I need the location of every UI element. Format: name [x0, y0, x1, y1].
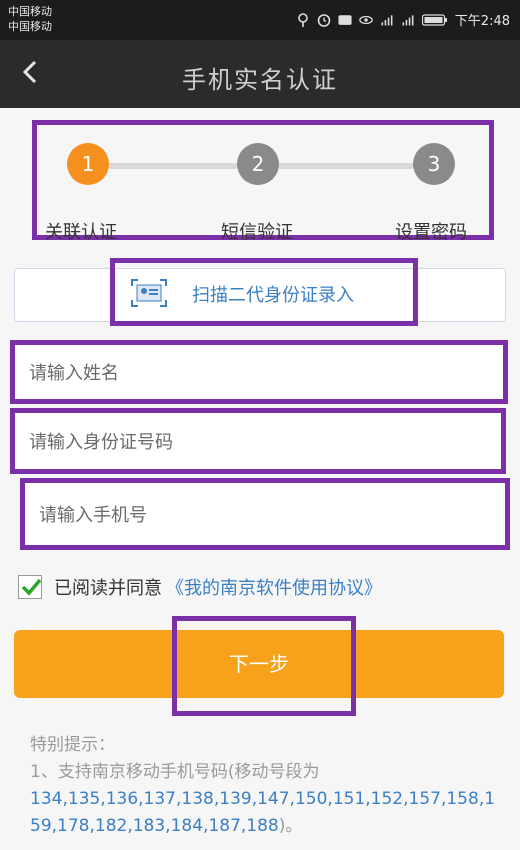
id-field-frame: [10, 408, 506, 474]
step-3-label: 设置密码: [395, 222, 467, 243]
tips-heading: 特别提示：: [30, 735, 115, 755]
battery-icon: [421, 13, 447, 26]
tips-section: 特别提示： 1、支持南京移动手机号码(移动号段为 134,135,136,137…: [30, 732, 500, 840]
carrier-labels: 中国移动 中国移动: [8, 4, 52, 34]
status-bar: 中国移动 中国移动 下午2:48: [0, 0, 520, 40]
main-content: 1 2 3 关联认证 短信验证 设置密码 扫描二代身份证录入 已阅读并同意 《我…: [0, 108, 520, 850]
tips-closing: )。: [278, 816, 303, 836]
phone-input[interactable]: [37, 483, 473, 547]
eye-icon: [359, 15, 373, 24]
step-2-label: 短信验证: [221, 222, 293, 243]
tips-number-list: 134,135,136,137,138,139,147,150,151,152,…: [30, 789, 496, 836]
step-indicator: 1 2 3 关联认证 短信验证 设置密码: [32, 120, 494, 243]
next-step-button[interactable]: 下一步: [14, 630, 504, 698]
tips-numbers-line: 134,135,136,137,138,139,147,150,151,152,…: [30, 786, 500, 840]
checkmark-icon: [21, 578, 42, 596]
id-card-scan-icon: [131, 279, 167, 307]
status-icons: 下午2:48: [296, 10, 510, 29]
id-number-input[interactable]: [27, 413, 469, 471]
signal-4g-icon: [381, 14, 393, 25]
agreement-checkbox[interactable]: [18, 575, 42, 599]
phone-field-frame: [20, 478, 510, 550]
name-field-frame: [10, 340, 508, 404]
location-icon: [297, 12, 308, 27]
step-2-circle: 2: [237, 143, 279, 185]
carrier-2: 中国移动: [8, 20, 52, 33]
page-title: 手机实名认证: [182, 66, 338, 94]
step-connector-2: [279, 163, 413, 169]
scan-id-label[interactable]: 扫描二代身份证录入: [192, 281, 354, 307]
carrier-1: 中国移动: [8, 5, 52, 18]
step-3-circle: 3: [413, 143, 455, 185]
name-input[interactable]: [27, 345, 471, 401]
agreement-text: 已阅读并同意: [54, 578, 162, 599]
step-1-circle: 1: [67, 143, 109, 185]
tips-line-1: 1、支持南京移动手机号码(移动号段为: [30, 762, 320, 782]
step-connector-1: [109, 163, 237, 169]
signal-2g-icon: [402, 14, 414, 25]
agreement-row: 已阅读并同意 《我的南京软件使用协议》: [18, 574, 382, 600]
hd-icon: [338, 14, 352, 25]
agreement-link[interactable]: 《我的南京软件使用协议》: [166, 574, 382, 600]
alarm-icon: [317, 13, 331, 27]
status-time: 下午2:48: [454, 14, 510, 29]
step-1-label: 关联认证: [45, 222, 117, 243]
nav-bar: 手机实名认证: [0, 40, 520, 108]
